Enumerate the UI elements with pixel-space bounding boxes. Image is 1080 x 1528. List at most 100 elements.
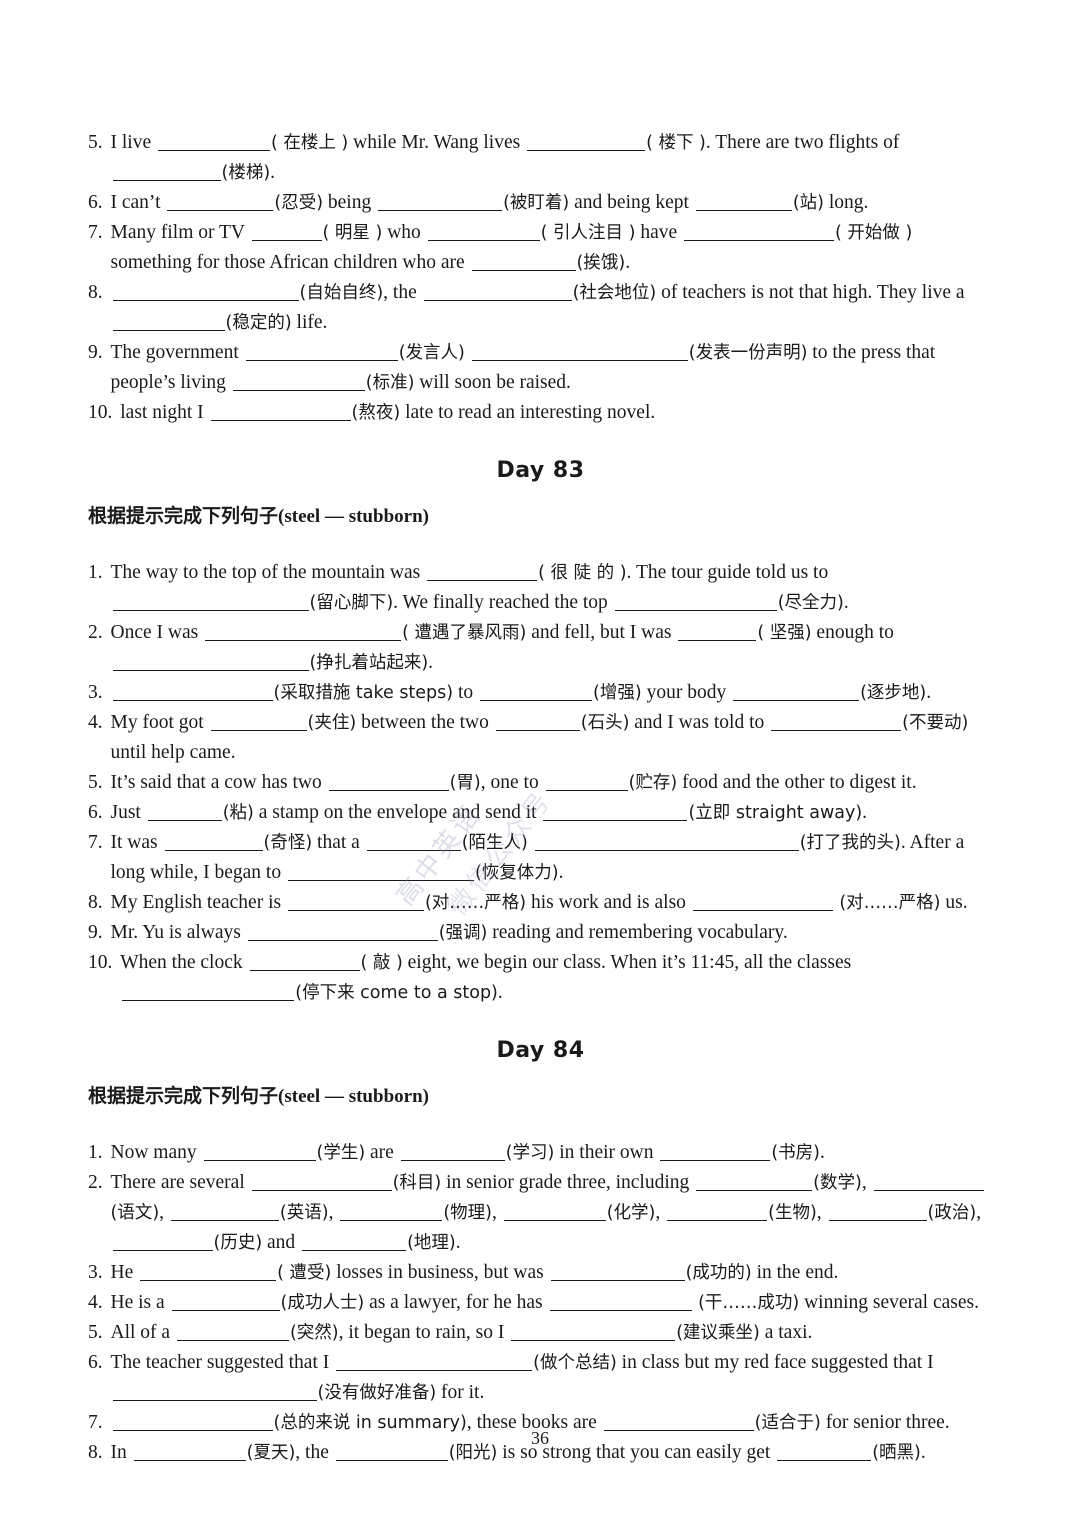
answer-blank[interactable] xyxy=(733,684,860,701)
chinese-hint: (物理) xyxy=(443,1203,492,1223)
answer-blank[interactable] xyxy=(170,1204,279,1221)
answer-blank[interactable] xyxy=(545,774,628,791)
question-number: 1. xyxy=(88,562,108,583)
answer-blank[interactable] xyxy=(328,774,449,791)
answer-blank[interactable] xyxy=(247,924,438,941)
answer-blank[interactable] xyxy=(336,1354,533,1371)
sentence-text: It was xyxy=(110,832,163,853)
answer-blank[interactable] xyxy=(495,714,580,731)
answer-blank[interactable] xyxy=(232,374,365,391)
answer-blank[interactable] xyxy=(176,1324,289,1341)
answer-blank[interactable] xyxy=(210,404,351,421)
answer-blank[interactable] xyxy=(340,1204,443,1221)
answer-blank[interactable] xyxy=(112,594,309,611)
answer-blank[interactable] xyxy=(112,164,221,181)
answer-blank[interactable] xyxy=(140,1264,277,1281)
sentence-text: in class but my red face suggested that … xyxy=(616,1352,934,1373)
answer-blank[interactable] xyxy=(302,1234,407,1251)
question-body: It’s said that a cow has two (胃), one to… xyxy=(111,768,994,798)
answer-blank[interactable] xyxy=(614,594,777,611)
answer-blank[interactable] xyxy=(534,834,799,851)
answer-blank[interactable] xyxy=(471,344,688,361)
answer-blank[interactable] xyxy=(873,1174,984,1191)
question-item: 4. He is a (成功人士) as a lawyer, for he ha… xyxy=(88,1288,993,1318)
sentence-text: that a xyxy=(312,832,365,853)
question-number: 5. xyxy=(88,772,108,793)
answer-blank[interactable] xyxy=(112,684,273,701)
answer-blank[interactable] xyxy=(112,1384,317,1401)
sentence-text: . The tour guide told us to xyxy=(626,562,829,583)
question-number: 5. xyxy=(88,132,108,153)
chinese-hint: (站) xyxy=(792,193,824,213)
answer-blank[interactable] xyxy=(692,894,833,911)
answer-blank[interactable] xyxy=(112,314,225,331)
question-body: When the clock ( 敲 ) eight, we begin our… xyxy=(120,948,993,1008)
answer-blank[interactable] xyxy=(287,864,474,881)
sentence-text: My English teacher is xyxy=(110,892,286,913)
answer-blank[interactable] xyxy=(527,134,646,151)
day-84-title: Day 84 xyxy=(496,1038,585,1063)
answer-blank[interactable] xyxy=(167,194,274,211)
answer-blank[interactable] xyxy=(696,1174,813,1191)
sentence-text: in senior grade three, including xyxy=(441,1172,695,1193)
day-84-instruction-en: (steel — stubborn) xyxy=(278,1086,429,1107)
answer-blank[interactable] xyxy=(771,714,902,731)
sentence-text: , xyxy=(159,1202,169,1223)
answer-blank[interactable] xyxy=(695,194,792,211)
question-body: My English teacher is (对……严格) his work a… xyxy=(111,888,994,918)
answer-blank[interactable] xyxy=(251,224,322,241)
answer-blank[interactable] xyxy=(543,804,688,821)
answer-blank[interactable] xyxy=(147,804,222,821)
chinese-hint: (立即 straight away) xyxy=(688,803,863,823)
answer-blank[interactable] xyxy=(112,284,299,301)
answer-blank[interactable] xyxy=(828,1204,927,1221)
question-number: 7. xyxy=(88,222,108,243)
answer-blank[interactable] xyxy=(378,194,503,211)
answer-blank[interactable] xyxy=(471,254,576,271)
day-84-instruction-zh: 根据提示完成下列句子 xyxy=(88,1085,279,1107)
answer-blank[interactable] xyxy=(287,894,424,911)
question-item: 5. I live ( 在楼上 ) while Mr. Wang lives (… xyxy=(88,128,993,188)
question-number: 6. xyxy=(88,802,108,823)
day-83-title: Day 83 xyxy=(496,458,585,483)
answer-blank[interactable] xyxy=(400,1144,505,1161)
question-body: last night I (熬夜) late to read an intere… xyxy=(120,398,993,428)
chinese-hint: (尽全力) xyxy=(777,593,844,613)
answer-blank[interactable] xyxy=(203,1144,316,1161)
answer-blank[interactable] xyxy=(660,1144,771,1161)
question-item: 1. The way to the top of the mountain wa… xyxy=(88,558,993,618)
answer-blank[interactable] xyxy=(122,984,295,1001)
chinese-hint: (逐步地) xyxy=(860,683,927,703)
answer-blank[interactable] xyxy=(427,224,540,241)
answer-blank[interactable] xyxy=(366,834,461,851)
answer-blank[interactable] xyxy=(164,834,263,851)
sentence-text: food and the other to digest it. xyxy=(677,772,917,793)
answer-blank[interactable] xyxy=(503,1204,606,1221)
answer-blank[interactable] xyxy=(249,954,360,971)
answer-blank[interactable] xyxy=(684,224,834,241)
answer-blank[interactable] xyxy=(245,344,398,361)
answer-blank[interactable] xyxy=(210,714,307,731)
answer-blank[interactable] xyxy=(112,1234,213,1251)
answer-blank[interactable] xyxy=(171,1294,280,1311)
answer-blank[interactable] xyxy=(480,684,593,701)
sentence-text: and I was told to xyxy=(629,712,770,733)
answer-blank[interactable] xyxy=(157,134,270,151)
answer-blank[interactable] xyxy=(511,1324,676,1341)
sentence-text: The way to the top of the mountain was xyxy=(110,562,426,583)
answer-blank[interactable] xyxy=(678,624,757,641)
answer-blank[interactable] xyxy=(549,1294,692,1311)
question-number: 4. xyxy=(88,712,108,733)
answer-blank[interactable] xyxy=(205,624,402,641)
answer-blank[interactable] xyxy=(667,1204,768,1221)
answer-blank[interactable] xyxy=(427,564,538,581)
chinese-hint: (历史) xyxy=(213,1233,263,1253)
answer-blank[interactable] xyxy=(423,284,572,301)
chinese-hint: (做个总结) xyxy=(533,1353,617,1373)
answer-blank[interactable] xyxy=(112,654,309,671)
answer-blank[interactable] xyxy=(550,1264,685,1281)
answer-blank[interactable] xyxy=(251,1174,392,1191)
